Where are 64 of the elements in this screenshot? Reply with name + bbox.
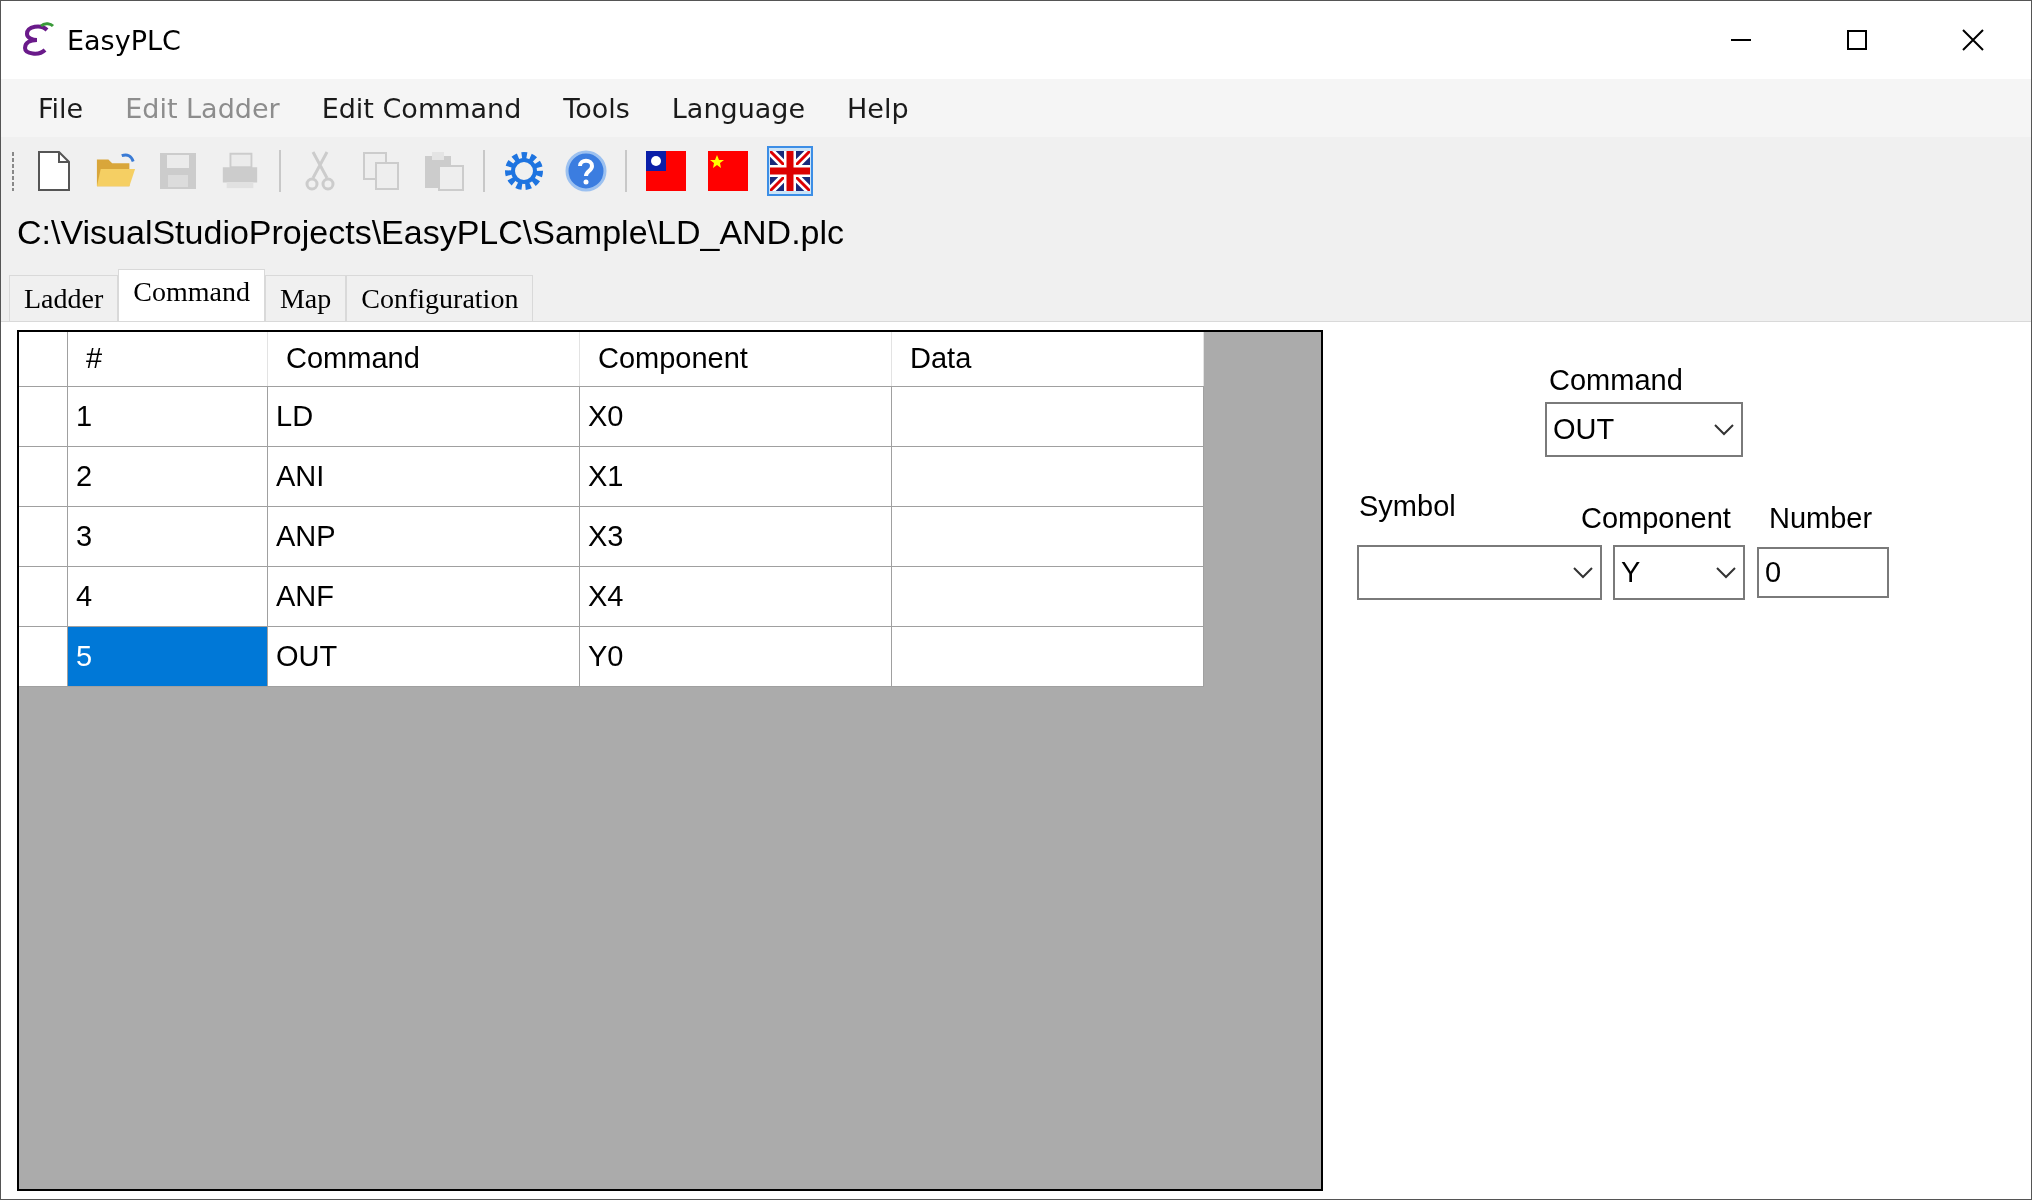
table-cell[interactable]: Y0 bbox=[579, 626, 892, 686]
column-header[interactable]: Data bbox=[891, 332, 1204, 386]
caret-icon bbox=[1715, 565, 1737, 580]
minimize-icon bbox=[1731, 39, 1751, 41]
menu-item[interactable]: File bbox=[17, 92, 105, 124]
table-cell[interactable] bbox=[891, 626, 1204, 686]
field-label: Command bbox=[1549, 364, 1683, 397]
new-file-icon bbox=[37, 150, 71, 192]
tab[interactable]: Configuration bbox=[346, 275, 534, 321]
help-icon bbox=[565, 150, 607, 192]
menu-item[interactable]: Language bbox=[650, 92, 827, 124]
file-path: C:\VisualStudioProjects\EasyPLC\Sample\LD_AND.plc bbox=[16, 212, 846, 253]
table-cell[interactable]: 1 bbox=[67, 386, 268, 446]
table-cell[interactable] bbox=[891, 446, 1204, 506]
table-cell[interactable]: X4 bbox=[579, 566, 892, 626]
row-header[interactable] bbox=[19, 506, 68, 566]
table-cell[interactable]: ANP bbox=[267, 506, 580, 566]
tab[interactable]: Ladder bbox=[9, 275, 119, 321]
row-header[interactable] bbox=[19, 626, 68, 686]
menu-item[interactable]: Help bbox=[826, 92, 930, 124]
menu-item[interactable]: Edit Command bbox=[300, 92, 543, 124]
caret-icon bbox=[1713, 422, 1735, 437]
field-label: Component bbox=[1581, 502, 1731, 535]
copy-icon bbox=[362, 151, 402, 191]
close-icon bbox=[1962, 29, 1984, 51]
table-cell[interactable]: ANF bbox=[267, 566, 580, 626]
tab[interactable]: Command bbox=[118, 269, 265, 321]
table-cell[interactable]: ANI bbox=[267, 446, 580, 506]
field-label: Number bbox=[1769, 502, 1873, 535]
table-cell[interactable]: LD bbox=[267, 386, 580, 446]
table-cell[interactable]: X1 bbox=[579, 446, 892, 506]
window-title: EasyPLC bbox=[67, 24, 182, 56]
table-cell[interactable]: X0 bbox=[579, 386, 892, 446]
scissors-icon bbox=[305, 150, 335, 192]
field-label: Symbol bbox=[1359, 490, 1456, 523]
table-cell[interactable] bbox=[891, 566, 1204, 626]
column-header[interactable]: # bbox=[67, 332, 268, 386]
clipboard-icon bbox=[423, 150, 465, 192]
table-cell[interactable] bbox=[891, 386, 1204, 446]
flag-icon bbox=[708, 151, 748, 191]
table-cell[interactable] bbox=[891, 506, 1204, 566]
flag-icon bbox=[770, 151, 810, 191]
table-cell[interactable]: 4 bbox=[67, 566, 268, 626]
table-cell[interactable]: OUT bbox=[267, 626, 580, 686]
gear-icon bbox=[503, 150, 545, 192]
row-header[interactable] bbox=[19, 446, 68, 506]
row-header[interactable] bbox=[19, 566, 68, 626]
flag-icon bbox=[646, 151, 686, 191]
number-field[interactable]: 0 bbox=[1757, 547, 1889, 598]
maximize-icon bbox=[1847, 30, 1867, 50]
table-cell[interactable]: X3 bbox=[579, 506, 892, 566]
component-dropdown[interactable]: Y bbox=[1613, 545, 1745, 600]
column-header[interactable]: Component bbox=[579, 332, 892, 386]
table-cell[interactable]: 3 bbox=[67, 506, 268, 566]
tab[interactable]: Map bbox=[264, 275, 347, 321]
command-dropdown[interactable]: OUT bbox=[1545, 402, 1743, 457]
row-header[interactable] bbox=[19, 386, 68, 446]
menu-item[interactable]: Tools bbox=[542, 92, 651, 124]
column-header[interactable]: Command bbox=[267, 332, 580, 386]
caret-icon bbox=[1572, 565, 1594, 580]
language-button[interactable] bbox=[767, 146, 813, 196]
table-cell[interactable]: 5 bbox=[67, 626, 268, 686]
table-cell[interactable]: 2 bbox=[67, 446, 268, 506]
symbol-dropdown[interactable] bbox=[1357, 545, 1602, 600]
